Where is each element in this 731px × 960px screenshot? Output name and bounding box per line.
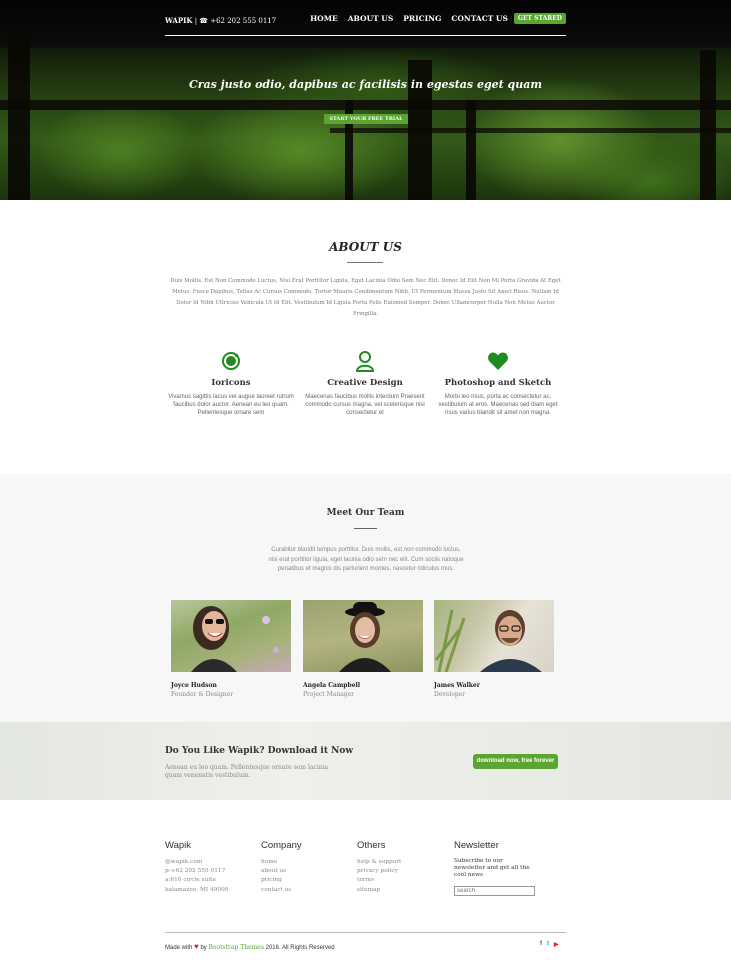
nav-menu: HOME ABOUT US PRICING CONTACT US GET STA…	[300, 13, 566, 24]
copy-suffix: 2016. All Rights Reserved	[265, 945, 335, 951]
feature-photoshop-sketch: Photoshop and Sketch Morbi leo risus, po…	[433, 350, 563, 417]
footer-address: a:610 circle suite	[165, 877, 216, 884]
member-role: Founder & Designer	[171, 691, 234, 698]
bootstrap-themes-link[interactable]: Bootstrap Themes	[208, 944, 263, 951]
newsletter-text: Subscribe to our newsletter and get all …	[454, 858, 530, 878]
footer-phone: p:+62 202 555 0117	[165, 868, 226, 875]
team-member-card: Joyce Hudson Founder & Designer	[171, 600, 291, 698]
team-divider	[354, 528, 377, 529]
member-role: Developer	[434, 691, 466, 698]
brand-name: WAPIK	[165, 16, 193, 25]
feature-creative-design: Creative Design Maecenas faucibus mollis…	[300, 350, 430, 417]
heart-icon: ♥	[194, 942, 199, 951]
member-name: Joyce Hudson	[171, 682, 217, 689]
footer-link-terms[interactable]: terms	[357, 876, 447, 885]
heart-icon	[433, 350, 563, 372]
footer-col-wapik: Wapik @wapik.com p:+62 202 555 0117 a:61…	[165, 840, 255, 895]
ionic-icon	[166, 350, 296, 372]
footer-heading: Others	[357, 840, 386, 851]
copy-prefix: Made with	[165, 945, 193, 951]
feature-ioricons: Ioricons Vivamus sagittis lacus vel augu…	[166, 350, 296, 417]
member-role: Project Manager	[303, 691, 355, 698]
twitter-icon[interactable]: t	[547, 941, 549, 948]
feature-text: Morbi leo risus, porta ac consectetur ac…	[438, 394, 558, 416]
nav-pricing[interactable]: PRICING	[403, 14, 441, 23]
feature-title: Photoshop and Sketch	[444, 378, 552, 388]
feature-title: Ioricons	[211, 378, 251, 388]
footer-heading: Newsletter	[454, 840, 499, 851]
free-trial-button[interactable]: START YOUR FREE TRIAL	[324, 114, 408, 124]
footer-heading: Wapik	[165, 840, 192, 851]
footer-link-contact[interactable]: contact us	[261, 886, 351, 895]
brand-phone: | ☎ +62 202 555 0117	[192, 17, 277, 25]
team-text: Curabitur blandit tempus porttitor. Duis…	[268, 547, 464, 572]
team-member-card: James Walker Developer	[434, 600, 554, 698]
nav-contact-us[interactable]: CONTACT US	[451, 14, 507, 23]
footer-link-pricing[interactable]: pricing	[261, 876, 351, 885]
user-icon	[300, 350, 430, 372]
band-title: Do You Like Wapik? Download it Now	[165, 746, 354, 756]
footer-link-privacy[interactable]: privacy policy	[357, 867, 447, 876]
member-photo	[303, 600, 423, 672]
copyright: Made with ♥ by Bootstrap Themes 2016. Al…	[165, 942, 335, 951]
feature-text: Vivamus sagittis lacus vel augue laoreet…	[168, 394, 294, 416]
team-member-card: Angela Campbell Project Manager	[303, 600, 423, 698]
member-photo	[434, 600, 554, 672]
footer-email[interactable]: @wapik.com	[165, 858, 255, 867]
social-links: f t ▶	[540, 941, 559, 948]
feature-title: Creative Design	[327, 378, 403, 388]
footer-link-home[interactable]: home	[261, 858, 351, 867]
download-band: Do You Like Wapik? Download it Now Aenea…	[0, 722, 731, 800]
brand-logo[interactable]: WAPIK | ☎ +62 202 555 0117	[165, 16, 276, 25]
newsletter-search-input[interactable]	[454, 886, 535, 896]
band-text: Aenean eu leo quam. Pellentesque ornare …	[165, 764, 329, 779]
copy-by: by	[200, 945, 207, 951]
member-name: James Walker	[434, 682, 480, 689]
footer-link-about[interactable]: about us	[261, 867, 351, 876]
facebook-icon[interactable]: f	[540, 941, 542, 948]
feature-text: Maecenas faucibus mollis interdum Praese…	[305, 394, 425, 416]
about-title: ABOUT US	[329, 240, 402, 254]
about-text: Duis Mollis, Est Non Commodo Luctus, Nis…	[170, 278, 561, 317]
nav-about-us[interactable]: ABOUT US	[348, 14, 394, 23]
footer-link-help[interactable]: help & support	[357, 858, 447, 867]
hero-banner: WAPIK | ☎ +62 202 555 0117 HOME ABOUT US…	[0, 0, 731, 200]
team-section: Meet Our Team Curabitur blandit tempus p…	[0, 474, 731, 722]
about-divider	[347, 262, 383, 263]
get-started-button[interactable]: GET STARED	[513, 13, 566, 24]
nav-home[interactable]: HOME	[310, 14, 338, 23]
footer-col-company: Company home about us pricing contact us	[261, 840, 351, 895]
footer-link-sitemap[interactable]: sitemap	[357, 886, 447, 895]
top-navbar: WAPIK | ☎ +62 202 555 0117 HOME ABOUT US…	[165, 10, 566, 36]
member-photo	[171, 600, 291, 672]
footer-divider	[165, 932, 566, 933]
footer-col-newsletter: Newsletter Subscribe to our newsletter a…	[454, 840, 544, 897]
member-name: Angela Campbell	[303, 682, 361, 689]
hero-title: Cras justo odio, dapibus ac facilisis in…	[188, 78, 543, 91]
footer-heading: Company	[261, 840, 302, 851]
footer-city: kalamazoo, MI 49009	[165, 886, 229, 893]
youtube-icon[interactable]: ▶	[554, 941, 559, 948]
footer-col-others: Others help & support privacy policy ter…	[357, 840, 447, 895]
download-button[interactable]: download now, free forever	[473, 754, 558, 769]
team-title: Meet Our Team	[326, 508, 405, 518]
